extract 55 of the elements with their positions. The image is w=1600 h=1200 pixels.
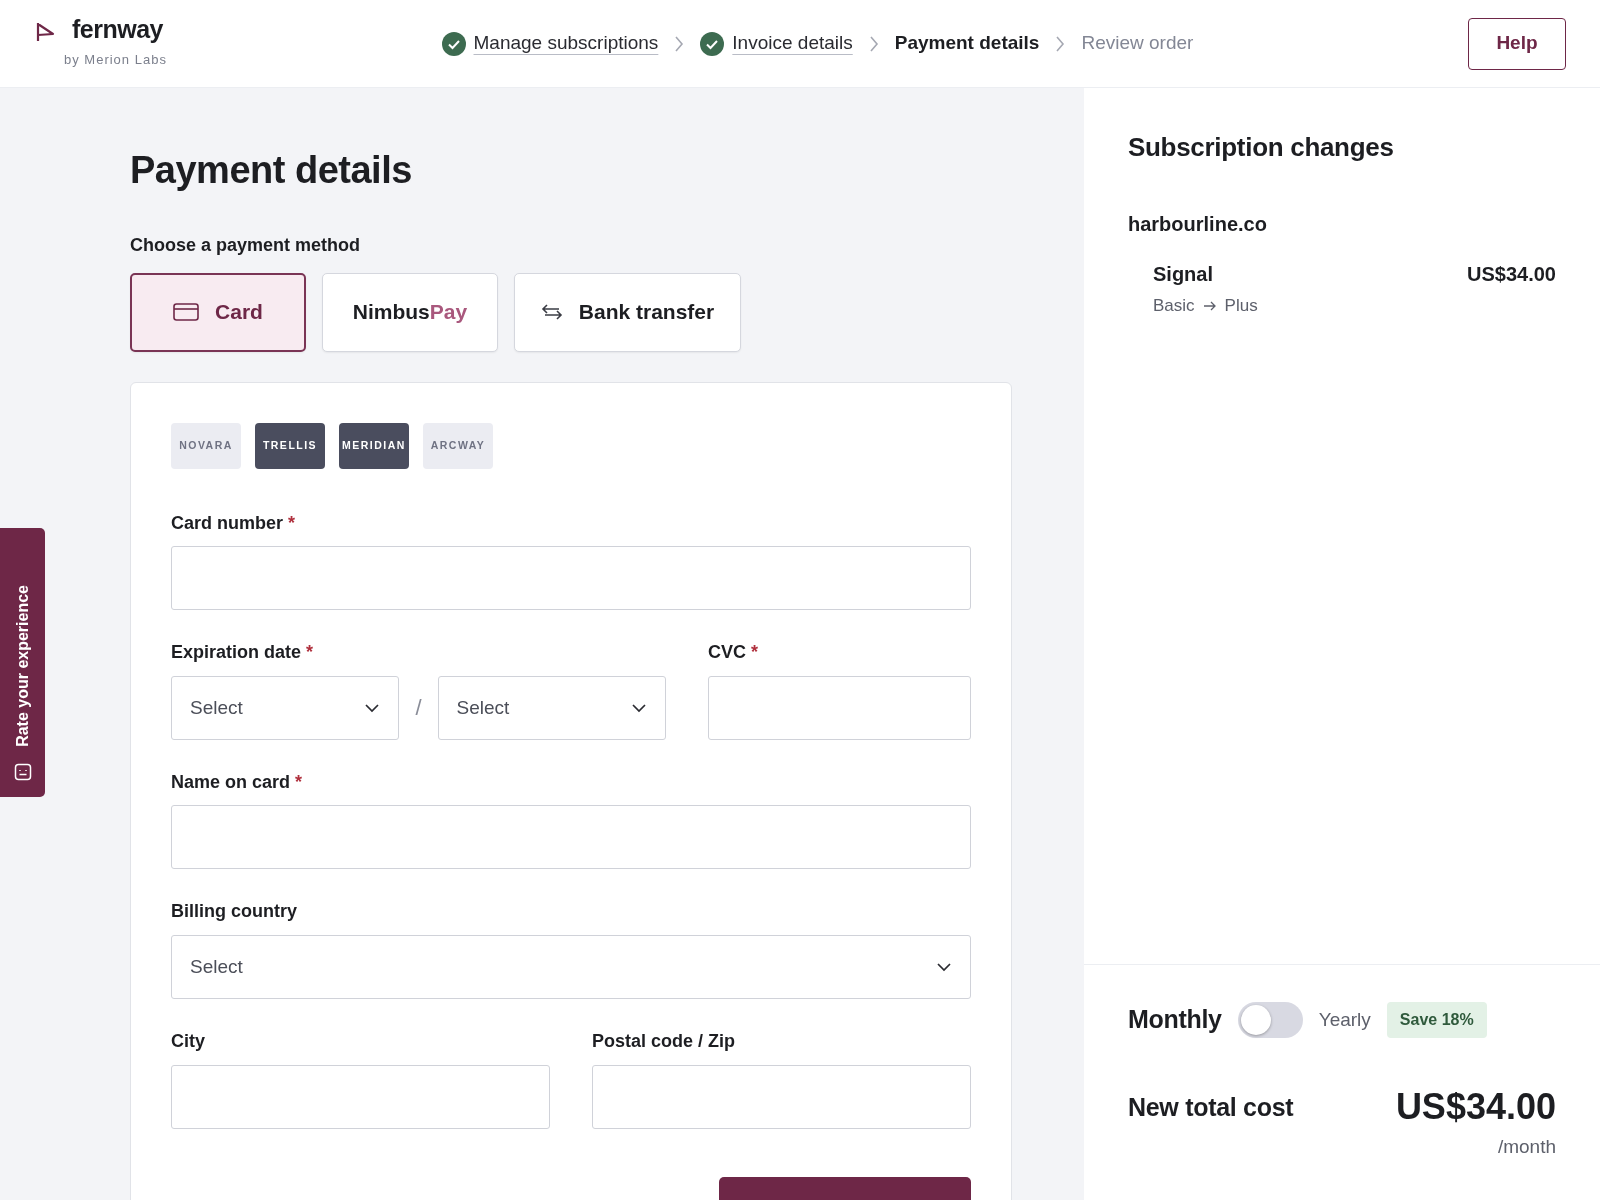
field-label: Postal code / Zip bbox=[592, 1030, 737, 1053]
feedback-tab[interactable]: Rate your experience bbox=[0, 528, 45, 797]
input-field[interactable] bbox=[171, 805, 971, 870]
brand-tagline: by Merion Labs bbox=[64, 51, 167, 70]
card-brand-logo: MERIDIAN bbox=[339, 422, 409, 469]
card-brand-logo: TRELLIS bbox=[255, 422, 325, 469]
field-label: Billing country bbox=[171, 901, 298, 923]
account-name: harbourline.co bbox=[1128, 212, 1268, 237]
discount-badge: Save 18% bbox=[1386, 1001, 1487, 1038]
chevron-down-icon bbox=[364, 702, 381, 713]
chevron-icon bbox=[1055, 34, 1066, 53]
chevron-icon bbox=[868, 34, 879, 53]
section-label: Choose a payment method bbox=[130, 233, 362, 257]
help-button[interactable]: Help bbox=[1468, 17, 1566, 70]
field-label: Card number * bbox=[171, 512, 297, 535]
plan-to: Plus bbox=[1224, 295, 1258, 317]
field-label: CVC * bbox=[708, 642, 760, 664]
field-label: City bbox=[171, 1030, 206, 1053]
date-separator: / bbox=[415, 694, 422, 723]
field-label: Name on card * bbox=[171, 771, 304, 794]
select-field[interactable]: Select bbox=[171, 934, 971, 999]
payment-method-tab[interactable]: NimbusPay bbox=[322, 272, 498, 352]
card-brand-logo: ARCWAY bbox=[423, 422, 493, 469]
product-name: Signal bbox=[1153, 262, 1214, 287]
arrow-right-icon bbox=[1202, 299, 1217, 312]
chevron-down-icon bbox=[631, 702, 647, 713]
input-field[interactable] bbox=[592, 1064, 971, 1129]
plan-from: Basic bbox=[1153, 295, 1195, 317]
smiley-icon bbox=[13, 763, 32, 781]
total-label: New total cost bbox=[1128, 1091, 1294, 1123]
billing-option: Yearly bbox=[1318, 1005, 1371, 1034]
billing-toggle[interactable] bbox=[1237, 1001, 1303, 1038]
payment-method-tab[interactable]: Bank transfer bbox=[514, 272, 741, 352]
chevron-down-icon bbox=[936, 961, 952, 972]
swap-arrows-icon bbox=[540, 303, 563, 322]
step-link[interactable]: Invoice details bbox=[732, 29, 853, 58]
brand-name: fernway bbox=[72, 17, 163, 43]
select-field[interactable]: Select bbox=[171, 675, 400, 740]
summary-title: Subscription changes bbox=[1128, 131, 1395, 164]
input-field[interactable] bbox=[171, 1064, 550, 1129]
select-field[interactable]: Select bbox=[437, 675, 666, 740]
page-title: Payment details bbox=[130, 148, 413, 193]
logo-icon bbox=[34, 21, 56, 44]
field-label: Expiration date * bbox=[171, 642, 315, 664]
credit-card-icon bbox=[173, 302, 200, 323]
billing-option: Monthly bbox=[1128, 1001, 1222, 1039]
input-field[interactable] bbox=[171, 546, 971, 611]
billing-period: /month bbox=[1497, 1134, 1556, 1159]
total-price: US$34.00 bbox=[1395, 1088, 1556, 1125]
input-field[interactable] bbox=[708, 675, 971, 740]
payment-method-tab[interactable]: Card bbox=[130, 272, 306, 352]
card-brand-logo: NOVARA bbox=[171, 422, 241, 469]
chevron-icon bbox=[674, 34, 685, 53]
item-price: US$34.00 bbox=[1467, 262, 1556, 287]
step-link[interactable]: Manage subscriptions bbox=[473, 29, 659, 58]
